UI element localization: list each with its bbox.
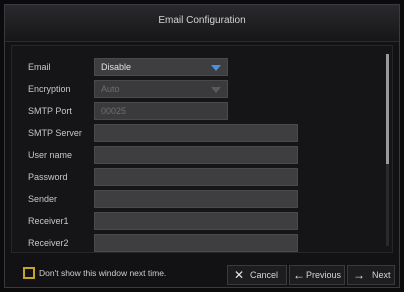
dont-show-label: Don't show this window next time. bbox=[39, 268, 167, 278]
x-icon: ✕ bbox=[234, 268, 245, 282]
password-row: Password bbox=[12, 168, 392, 188]
smtp-port-row: SMTP Port 00025 bbox=[12, 102, 392, 122]
previous-button[interactable]: ← Previous bbox=[289, 265, 345, 285]
user-name-label: User name bbox=[28, 150, 73, 160]
receiver2-row: Receiver2 bbox=[12, 234, 392, 254]
settings-panel: Email Disable Encryption Auto SMTP Port … bbox=[11, 45, 393, 253]
chevron-down-icon bbox=[211, 65, 221, 71]
user-name-row: User name bbox=[12, 146, 392, 166]
smtp-port-field[interactable]: 00025 bbox=[94, 102, 228, 120]
sender-row: Sender bbox=[12, 190, 392, 210]
user-name-field[interactable] bbox=[94, 146, 298, 164]
receiver2-field[interactable] bbox=[94, 234, 298, 252]
sender-field[interactable] bbox=[94, 190, 298, 208]
arrow-right-icon: → bbox=[353, 268, 365, 282]
smtp-server-row: SMTP Server bbox=[12, 124, 392, 144]
email-label: Email bbox=[28, 62, 51, 72]
sender-label: Sender bbox=[28, 194, 58, 204]
title-bar: Email Configuration bbox=[5, 5, 399, 42]
cancel-label: Cancel bbox=[250, 270, 279, 280]
receiver1-row: Receiver1 bbox=[12, 212, 392, 232]
footer-bar: Don't show this window next time. ✕ Canc… bbox=[5, 261, 399, 287]
smtp-server-field[interactable] bbox=[94, 124, 298, 142]
encryption-label: Encryption bbox=[28, 84, 71, 94]
email-configuration-window: Email Configuration Email Disable Encryp… bbox=[4, 4, 400, 288]
email-row: Email Disable bbox=[12, 58, 392, 78]
email-dropdown[interactable]: Disable bbox=[94, 58, 228, 76]
email-value: Disable bbox=[101, 62, 132, 72]
scrollbar-thumb[interactable] bbox=[386, 54, 389, 164]
cancel-button[interactable]: ✕ Cancel bbox=[227, 265, 287, 285]
password-label: Password bbox=[28, 172, 68, 182]
arrow-left-icon: ← bbox=[293, 268, 305, 282]
encryption-dropdown[interactable]: Auto bbox=[94, 80, 228, 98]
next-button[interactable]: → Next bbox=[347, 265, 395, 285]
receiver1-label: Receiver1 bbox=[28, 216, 69, 226]
password-field[interactable] bbox=[94, 168, 298, 186]
previous-label: Previous bbox=[306, 270, 342, 280]
encryption-value: Auto bbox=[101, 84, 120, 94]
smtp-port-label: SMTP Port bbox=[28, 106, 72, 116]
window-title: Email Configuration bbox=[158, 15, 246, 26]
smtp-server-label: SMTP Server bbox=[28, 128, 82, 138]
receiver2-label: Receiver2 bbox=[28, 238, 69, 248]
dont-show-checkbox[interactable] bbox=[23, 267, 35, 279]
encryption-row: Encryption Auto bbox=[12, 80, 392, 100]
next-label: Next bbox=[372, 270, 391, 280]
chevron-down-icon bbox=[211, 87, 221, 93]
scrollbar[interactable] bbox=[386, 54, 389, 246]
receiver1-field[interactable] bbox=[94, 212, 298, 230]
smtp-port-value: 00025 bbox=[101, 106, 127, 116]
